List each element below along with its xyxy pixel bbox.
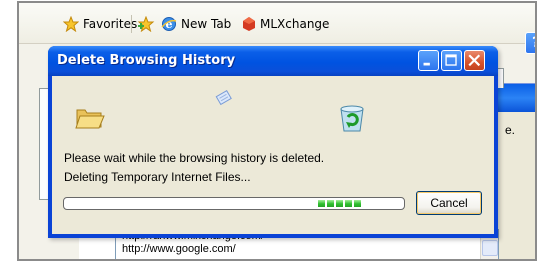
scroll-up-button[interactable] bbox=[482, 240, 498, 256]
options-text-fragment: e. bbox=[505, 123, 516, 137]
page-icon bbox=[214, 89, 234, 111]
favorites-bar: Favorites e New Tab MLXchange bbox=[19, 3, 535, 44]
minimize-icon bbox=[423, 62, 430, 66]
progress-bar bbox=[63, 197, 405, 210]
close-icon bbox=[468, 54, 481, 67]
folder-icon bbox=[75, 105, 105, 135]
star-icon bbox=[63, 16, 79, 32]
new-tab-link[interactable]: e New Tab bbox=[161, 15, 231, 33]
help-button[interactable]: ? bbox=[525, 32, 535, 54]
add-favorite-icon bbox=[137, 16, 155, 32]
add-favorite-button[interactable] bbox=[137, 15, 159, 33]
progress-block bbox=[318, 200, 325, 207]
new-tab-label: New Tab bbox=[181, 17, 232, 31]
list-item[interactable]: http://www.google.com/ bbox=[122, 243, 236, 255]
wait-message: Please wait while the browsing history i… bbox=[64, 151, 325, 165]
mlxchange-link[interactable]: MLXchange bbox=[242, 15, 329, 33]
svg-text:e: e bbox=[166, 18, 173, 31]
dialog-titlebar[interactable]: Delete Browsing History bbox=[48, 46, 498, 76]
minimize-button[interactable] bbox=[418, 50, 439, 71]
progress-block bbox=[354, 200, 361, 207]
dialog-title: Delete Browsing History bbox=[57, 53, 236, 68]
delete-browsing-history-dialog: Delete Browsing History Please wait whil… bbox=[48, 46, 498, 238]
progress-block bbox=[336, 200, 343, 207]
progress-block bbox=[345, 200, 352, 207]
cancel-button[interactable]: Cancel bbox=[416, 191, 482, 215]
dialog-body: Please wait while the browsing history i… bbox=[52, 76, 494, 234]
close-button[interactable] bbox=[464, 50, 485, 71]
recycle-bin-icon bbox=[338, 103, 366, 137]
divider bbox=[131, 15, 132, 33]
ie-icon: e bbox=[161, 16, 177, 32]
maximize-button[interactable] bbox=[441, 50, 462, 71]
status-message: Deleting Temporary Internet Files... bbox=[64, 170, 251, 184]
mlx-logo-icon bbox=[242, 16, 256, 32]
favorites-button[interactable]: Favorites bbox=[63, 15, 137, 33]
maximize-icon bbox=[445, 54, 457, 66]
mlxchange-label: MLXchange bbox=[260, 17, 330, 31]
favorites-label: Favorites bbox=[83, 17, 138, 31]
progress-block bbox=[327, 200, 334, 207]
